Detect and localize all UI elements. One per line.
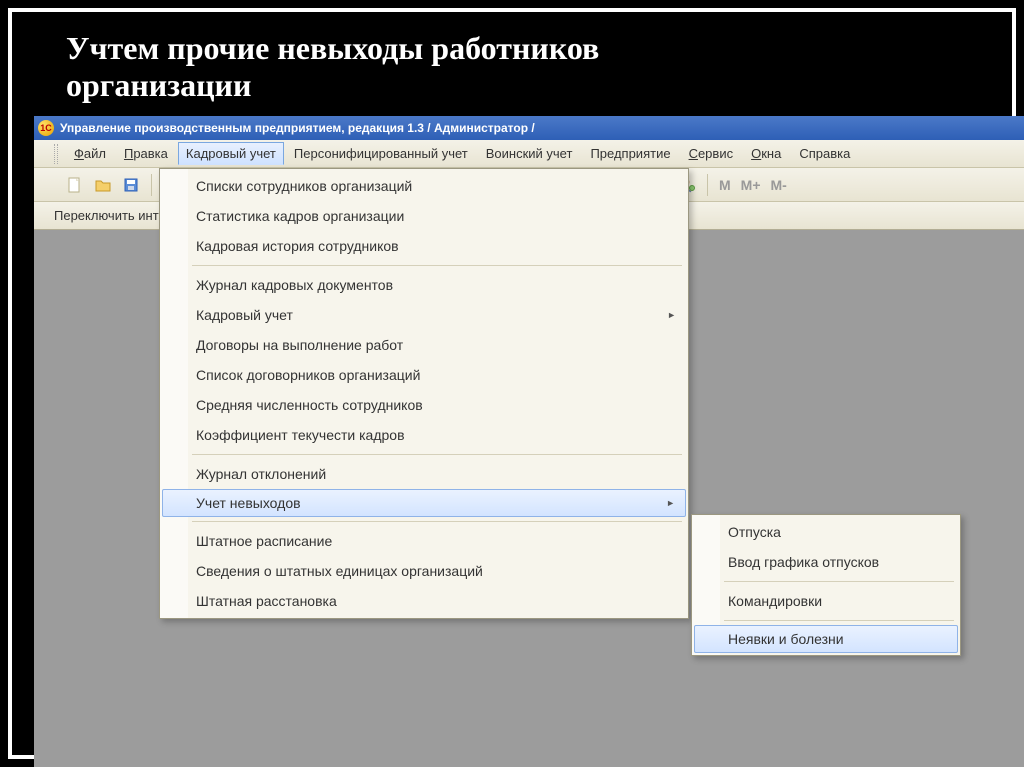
- toolbar-separator: [151, 174, 152, 196]
- hr-menu-item-7[interactable]: Список договорников организаций: [162, 360, 686, 390]
- menu-windows[interactable]: Окна: [743, 142, 789, 165]
- hr-menu-item-15[interactable]: Сведения о штатных единицах организаций: [162, 556, 686, 586]
- menu-help[interactable]: Справка: [791, 142, 858, 165]
- hr-menu-item-11[interactable]: Журнал отклонений: [162, 459, 686, 489]
- switch-interface-button[interactable]: Переключить инте: [54, 208, 166, 223]
- hr-menu-item-5[interactable]: Кадровый учет: [162, 300, 686, 330]
- hr-menu-item-4[interactable]: Журнал кадровых документов: [162, 270, 686, 300]
- absence-submenu-item-3[interactable]: Командировки: [694, 586, 958, 616]
- hr-menu-item-1[interactable]: Статистика кадров организации: [162, 201, 686, 231]
- slide-title-line1: Учтем прочие невыходы работников: [66, 30, 599, 66]
- absence-submenu-item-5[interactable]: Неявки и болезни: [694, 625, 958, 653]
- memory-mplus-button[interactable]: M+: [739, 177, 763, 193]
- slide-title-line2: организации: [66, 67, 251, 103]
- hr-menu-item-9[interactable]: Коэффициент текучести кадров: [162, 420, 686, 450]
- hr-menu-item-8[interactable]: Средняя численность сотрудников: [162, 390, 686, 420]
- new-document-icon[interactable]: [64, 174, 86, 196]
- app-logo-icon: 1C: [38, 120, 54, 136]
- menu-hr[interactable]: Кадровый учет: [178, 142, 284, 165]
- menu-enterprise[interactable]: Предприятие: [582, 142, 678, 165]
- menu-edit[interactable]: Правка: [116, 142, 176, 165]
- menu-separator: [724, 620, 954, 621]
- menu-separator: [724, 581, 954, 582]
- menu-service[interactable]: Сервис: [681, 142, 742, 165]
- menu-separator: [192, 521, 682, 522]
- hr-menu-item-12[interactable]: Учет невыходов: [162, 489, 686, 517]
- open-folder-icon[interactable]: [92, 174, 114, 196]
- menu-personified[interactable]: Персонифицированный учет: [286, 142, 476, 165]
- menubar-grip-icon[interactable]: [54, 144, 58, 164]
- dropdown-absence-submenu: ОтпускаВвод графика отпусков Командировки…: [691, 514, 961, 656]
- menu-separator: [192, 454, 682, 455]
- absence-submenu-item-0[interactable]: Отпуска: [694, 517, 958, 547]
- hr-menu-item-6[interactable]: Договоры на выполнение работ: [162, 330, 686, 360]
- slide-title: Учтем прочие невыходы работников организ…: [66, 30, 1002, 104]
- absence-submenu-item-1[interactable]: Ввод графика отпусков: [694, 547, 958, 577]
- memory-m-button[interactable]: M: [717, 177, 733, 193]
- hr-menu-item-14[interactable]: Штатное расписание: [162, 526, 686, 556]
- memory-mminus-button[interactable]: M-: [769, 177, 789, 193]
- menu-bar: Файл Правка Кадровый учет Персонифициров…: [34, 140, 1024, 168]
- hr-menu-item-16[interactable]: Штатная расстановка: [162, 586, 686, 616]
- save-icon[interactable]: [120, 174, 142, 196]
- hr-menu-item-0[interactable]: Списки сотрудников организаций: [162, 171, 686, 201]
- menu-separator: [192, 265, 682, 266]
- menu-military[interactable]: Воинский учет: [478, 142, 581, 165]
- menu-file[interactable]: Файл: [66, 142, 114, 165]
- window-title: Управление производственным предприятием…: [60, 121, 535, 135]
- window-titlebar[interactable]: 1C Управление производственным предприят…: [34, 116, 1024, 140]
- toolbar-separator: [707, 174, 708, 196]
- dropdown-hr-menu: Списки сотрудников организацийСтатистика…: [159, 168, 689, 619]
- hr-menu-item-2[interactable]: Кадровая история сотрудников: [162, 231, 686, 261]
